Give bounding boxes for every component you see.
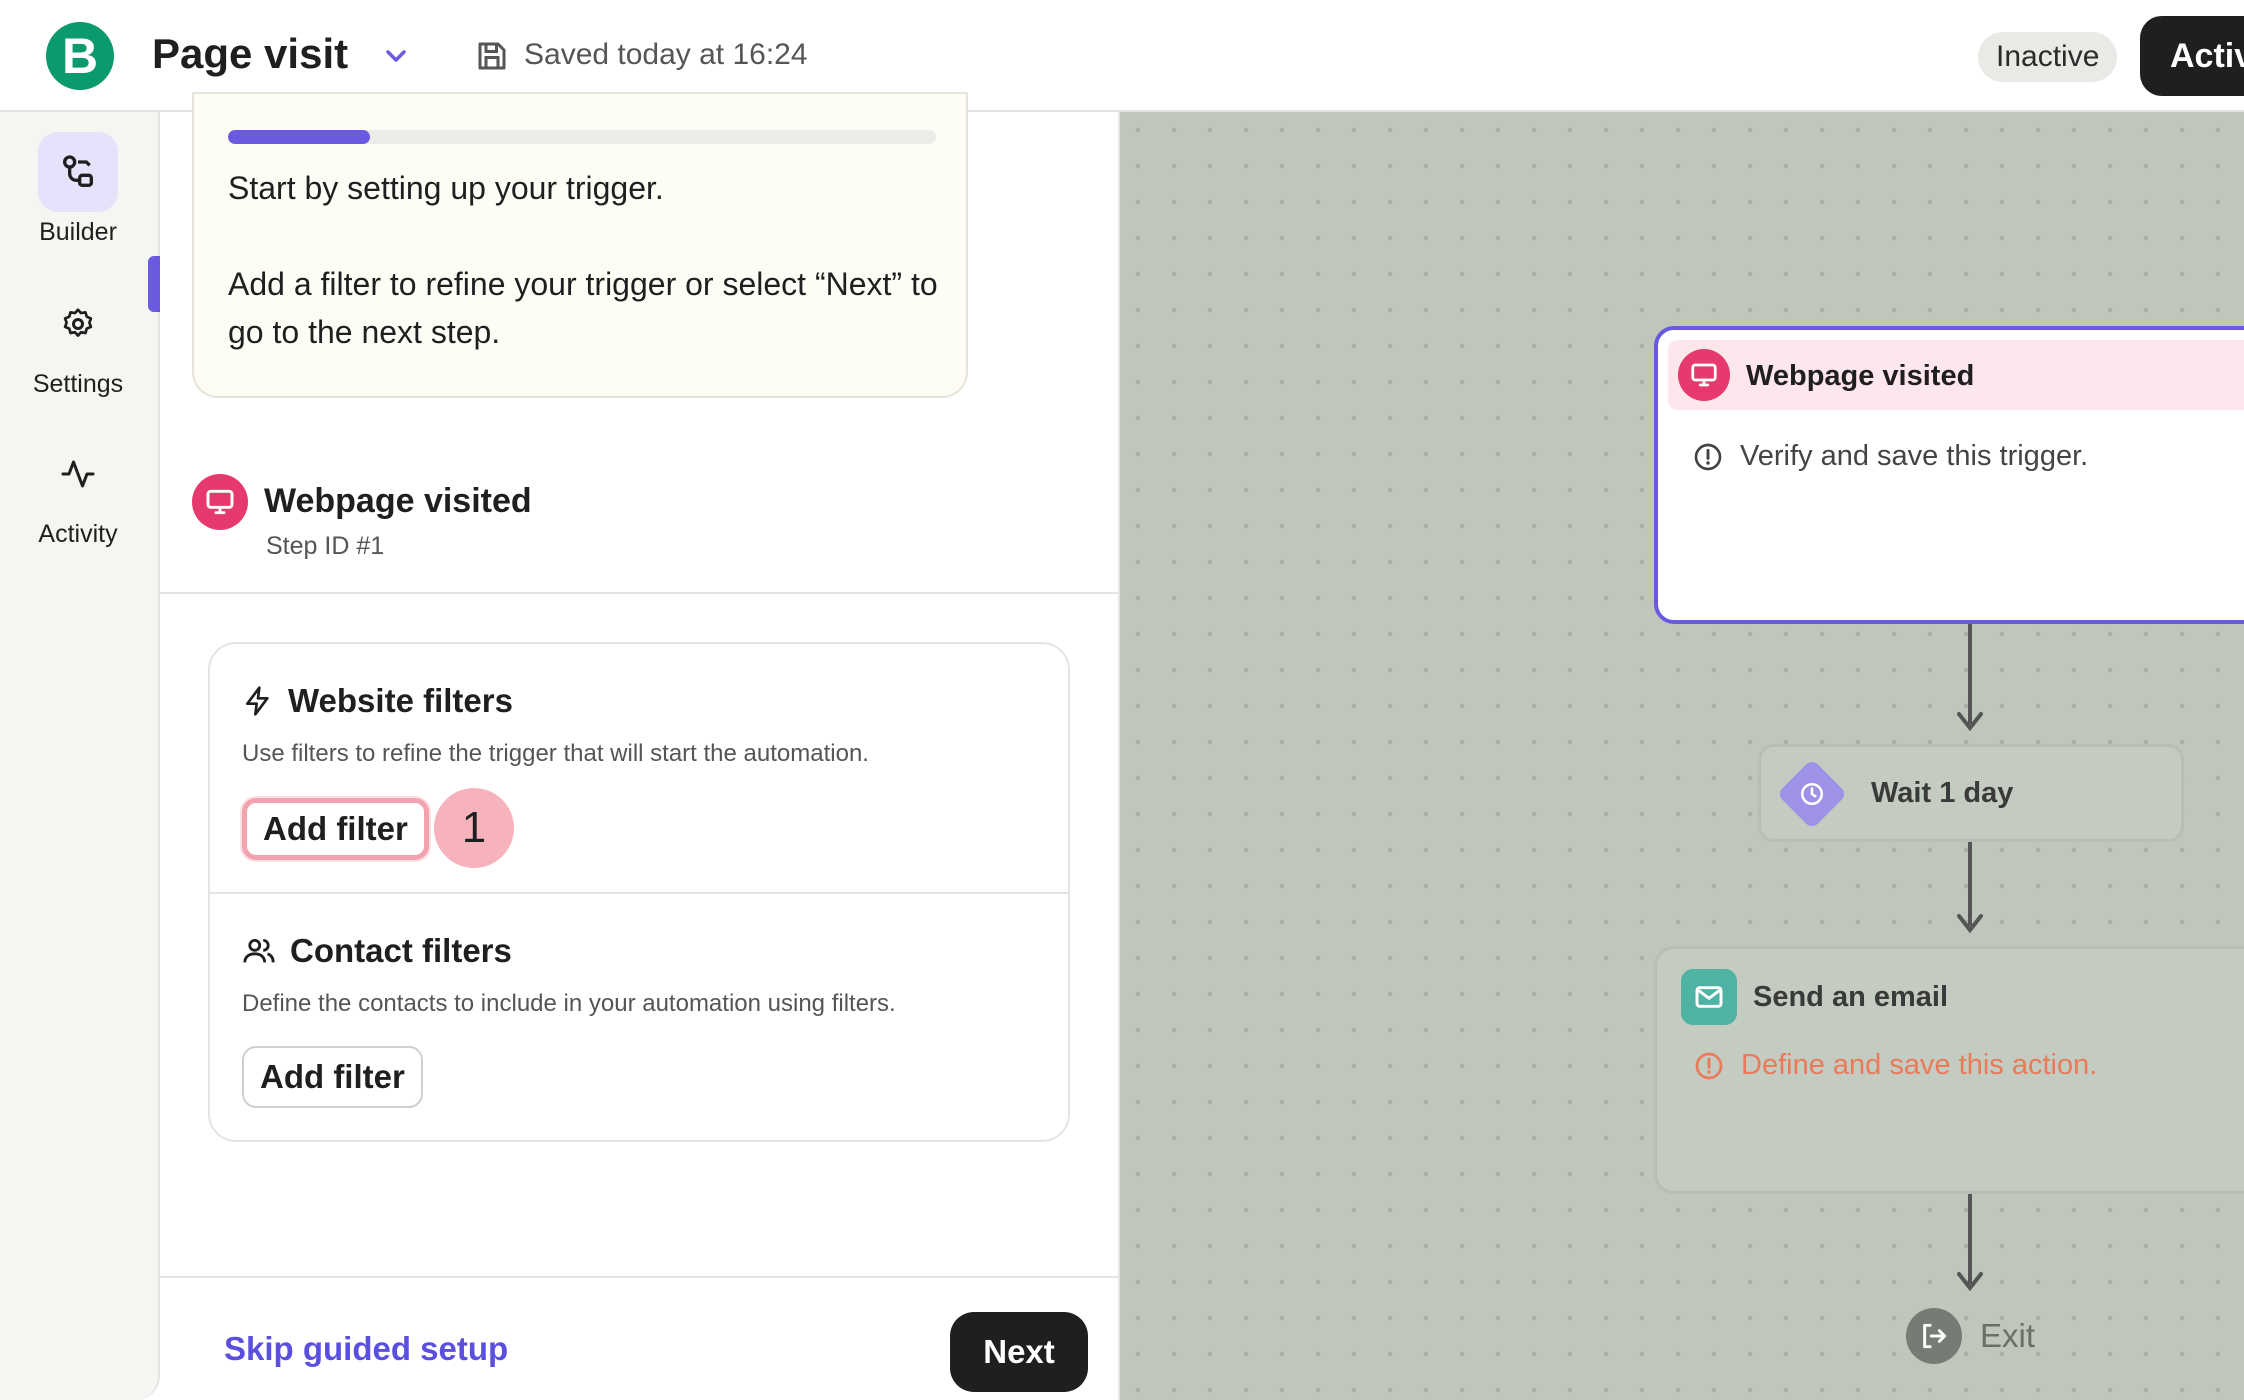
- guided-setup-line-1: Start by setting up your trigger.: [228, 170, 664, 206]
- exit-node[interactable]: Exit: [1906, 1308, 2035, 1364]
- arrow-down-icon: [1957, 914, 1983, 934]
- activate-button[interactable]: Activ: [2140, 16, 2244, 96]
- step-title: Webpage visited: [264, 482, 532, 520]
- email-node-title: Send an email: [1753, 981, 1949, 1013]
- connector-line: [1968, 624, 1972, 724]
- wait-diamond: [1776, 758, 1848, 830]
- step-id: Step ID #1: [266, 532, 385, 560]
- clock-icon: [1800, 782, 1824, 806]
- users-icon: [243, 938, 275, 963]
- trigger-node-message-text: Verify and save this trigger.: [1740, 440, 2089, 472]
- setup-progress-fill: [228, 130, 370, 144]
- page-title[interactable]: Page visit: [152, 30, 348, 78]
- left-nav: Builder Settings Activity: [0, 112, 162, 1400]
- trigger-node[interactable]: Webpage visited Verify and save this tri…: [1654, 326, 2244, 624]
- workflow-canvas[interactable]: Webpage visited Verify and save this tri…: [1120, 112, 2244, 1400]
- contact-filters-title-text: Contact filters: [290, 932, 512, 969]
- filters-card: Website filters Use filters to refine th…: [208, 642, 1070, 1142]
- exit-icon: [1906, 1308, 1962, 1364]
- nav-label-builder: Builder: [39, 218, 117, 246]
- trigger-node-message: Verify and save this trigger.: [1692, 440, 2088, 473]
- warning-icon: [1695, 1052, 1723, 1079]
- nav-icon-builder-wrap: [38, 132, 118, 212]
- envelope-icon: [1681, 969, 1737, 1025]
- trigger-node-header: Webpage visited: [1668, 340, 2244, 410]
- guided-setup-card: Start by setting up your trigger. Add a …: [192, 92, 968, 398]
- arrow-down-icon: [1957, 712, 1983, 732]
- nav-label-activity: Activity: [38, 520, 118, 548]
- website-filters-section: Website filters Use filters to refine th…: [210, 644, 1068, 894]
- email-node-message: Define and save this action.: [1693, 1049, 2097, 1082]
- website-filters-description: Use filters to refine the trigger that w…: [242, 740, 869, 767]
- activity-icon: [61, 460, 95, 488]
- nav-item-activity[interactable]: Activity: [0, 434, 156, 549]
- wait-node[interactable]: Wait 1 day: [1758, 744, 2184, 842]
- website-filters-title-text: Website filters: [288, 682, 513, 719]
- nav-label-settings: Settings: [32, 370, 124, 398]
- guided-setup-text: Start by setting up your trigger. Add a …: [228, 164, 948, 356]
- brevo-logo[interactable]: B: [46, 22, 114, 90]
- wait-node-title: Wait 1 day: [1871, 777, 2014, 809]
- add-website-filter-button[interactable]: Add filter: [242, 798, 429, 860]
- skip-guided-setup-link[interactable]: Skip guided setup: [224, 1330, 508, 1368]
- step-marker: 1: [434, 788, 514, 868]
- exit-label: Exit: [1980, 1317, 2036, 1354]
- email-node-message-text: Define and save this action.: [1741, 1049, 2098, 1081]
- nav-icon-activity-wrap: [38, 434, 118, 514]
- email-node[interactable]: Send an email Define and save this actio…: [1654, 946, 2244, 1194]
- gear-icon: [63, 308, 93, 337]
- saved-status: Saved today at 16:24: [524, 38, 808, 71]
- monitor-icon: [1678, 349, 1730, 401]
- save-icon: [478, 42, 506, 70]
- trigger-node-title: Webpage visited: [1746, 360, 1975, 392]
- builder-icon: [63, 155, 93, 187]
- setup-panel: Start by setting up your trigger. Add a …: [160, 92, 1120, 1400]
- monitor-icon: [192, 474, 248, 530]
- status-badge: Inactive: [1978, 32, 2118, 82]
- next-button[interactable]: Next: [950, 1312, 1088, 1392]
- info-icon: [1694, 443, 1722, 470]
- contact-filters-description: Define the contacts to include in your a…: [242, 990, 896, 1017]
- arrow-down-icon: [1957, 1272, 1983, 1292]
- add-contact-filter-button[interactable]: Add filter: [242, 1046, 423, 1108]
- nav-item-settings[interactable]: Settings: [0, 284, 156, 399]
- contact-filters-section: Contact filters Define the contacts to i…: [210, 894, 1068, 1140]
- panel-footer: Skip guided setup Next: [160, 1276, 1118, 1400]
- guided-setup-line-2: Add a filter to refine your trigger or s…: [228, 266, 938, 350]
- lightning-icon: [246, 686, 269, 716]
- panel-divider: [160, 592, 1118, 594]
- nav-item-builder[interactable]: Builder: [0, 132, 156, 247]
- chevron-down-icon[interactable]: [380, 40, 412, 72]
- nav-icon-settings-wrap: [38, 284, 118, 364]
- setup-progress-bar: [228, 130, 936, 144]
- website-filters-title: Website filters: [242, 682, 513, 720]
- contact-filters-title: Contact filters: [242, 932, 512, 970]
